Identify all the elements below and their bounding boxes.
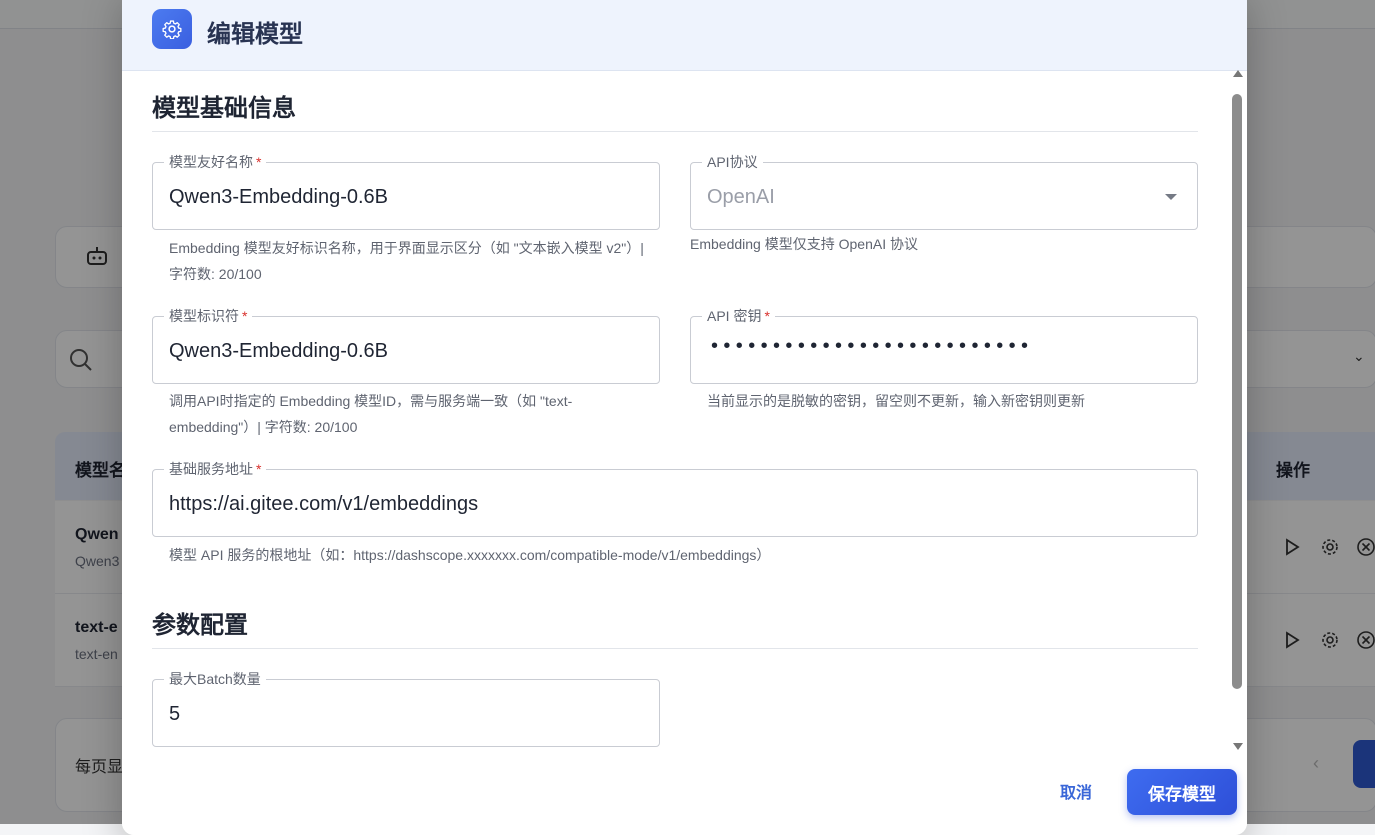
dialog-header: 编辑模型 bbox=[122, 0, 1247, 71]
base-url-field[interactable]: 基础服务地址 * https://ai.gitee.com/v1/embeddin… bbox=[152, 459, 1198, 537]
scroll-up-arrow[interactable] bbox=[1233, 70, 1243, 77]
friendly-name-value: Qwen3-Embedding-0.6B bbox=[169, 186, 389, 208]
model-id-field[interactable]: 模型标识符 * Qwen3-Embedding-0.6B bbox=[152, 306, 660, 384]
api-key-field[interactable]: API 密钥 * •••••••••••••••••••••••••• bbox=[690, 306, 1198, 384]
friendly-name-field[interactable]: 模型友好名称 * Qwen3-Embedding-0.6B bbox=[152, 152, 660, 230]
base-url-helper: 模型 API 服务的根地址（如：https://dashscope.xxxxxx… bbox=[169, 547, 771, 563]
max-batch-value: 5 bbox=[169, 703, 181, 725]
dialog-footer: 取消 保存模型 bbox=[122, 758, 1247, 835]
api-key-helper: 当前显示的是脱敏的密钥，留空则不更新，输入新密钥则更新 bbox=[707, 393, 1085, 409]
max-batch-field[interactable]: 最大Batch数量 5 bbox=[152, 669, 660, 747]
api-protocol-value: OpenAI bbox=[707, 186, 775, 208]
section-title-basic: 模型基础信息 bbox=[152, 95, 296, 122]
dialog-title: 编辑模型 bbox=[207, 21, 303, 48]
model-id-value: Qwen3-Embedding-0.6B bbox=[169, 340, 389, 362]
dialog-body: 模型基础信息 模型友好名称 * Qwen3-Embedding-0.6B Embe… bbox=[122, 71, 1247, 748]
gear-icon bbox=[162, 20, 182, 39]
scroll-down-arrow[interactable] bbox=[1233, 743, 1243, 750]
divider bbox=[152, 131, 1198, 132]
base-url-value: https://ai.gitee.com/v1/embeddings bbox=[169, 493, 479, 515]
api-key-label: API 密钥 * bbox=[702, 306, 775, 326]
divider bbox=[152, 648, 1198, 649]
save-model-button[interactable]: 保存模型 bbox=[1127, 769, 1237, 815]
dropdown-arrow-icon bbox=[1165, 194, 1177, 200]
model-id-helper: 调用API时指定的 Embedding 模型ID，需与服务端一致（如 "text… bbox=[169, 393, 573, 435]
friendly-name-helper: Embedding 模型友好标识名称，用于界面显示区分（如 "文本嵌入模型 v2… bbox=[169, 240, 644, 282]
max-batch-label: 最大Batch数量 bbox=[164, 669, 266, 689]
friendly-name-label: 模型友好名称 * bbox=[164, 152, 267, 172]
api-protocol-label: API协议 bbox=[702, 152, 763, 172]
api-key-value: •••••••••••••••••••••••••• bbox=[711, 335, 1034, 357]
api-protocol-helper: Embedding 模型仅支持 OpenAI 协议 bbox=[690, 236, 918, 252]
edit-model-dialog: 编辑模型 模型基础信息 模型友好名称 * Qwen3-Embedding-0.6B… bbox=[122, 0, 1247, 835]
dialog-icon bbox=[152, 9, 192, 49]
model-id-label: 模型标识符 * bbox=[164, 306, 253, 326]
api-protocol-select[interactable]: API协议 OpenAI bbox=[690, 152, 1198, 230]
scrollbar-thumb[interactable] bbox=[1232, 94, 1242, 689]
cancel-button[interactable]: 取消 bbox=[1050, 778, 1102, 804]
section-title-params: 参数配置 bbox=[152, 612, 248, 639]
base-url-label: 基础服务地址 * bbox=[164, 459, 267, 479]
